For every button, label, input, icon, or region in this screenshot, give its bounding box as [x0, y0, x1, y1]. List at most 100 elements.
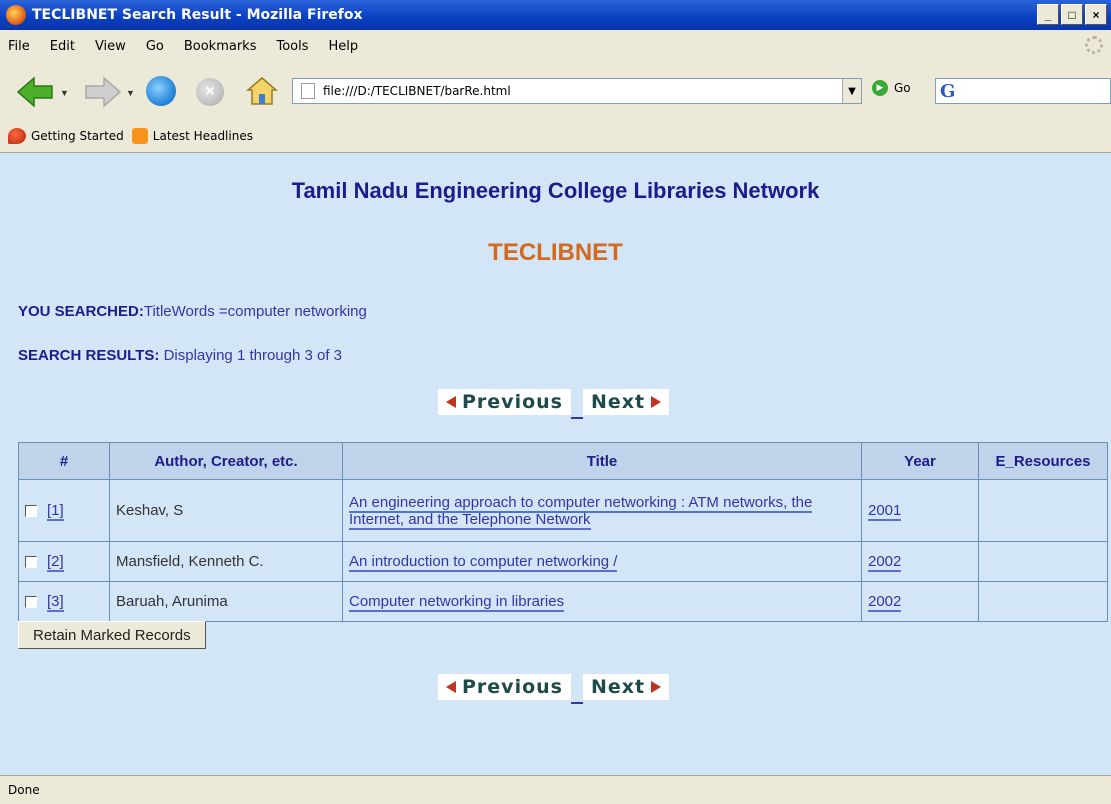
next-label: Next — [590, 391, 646, 413]
search-input[interactable]: G — [935, 78, 1111, 104]
pager-bottom: Previous Next — [438, 674, 670, 704]
author-cell: Mansfield, Kenneth C. — [109, 541, 343, 582]
minimize-button[interactable]: _ — [1037, 4, 1059, 25]
searched-value: TitleWords =computer networking — [143, 303, 367, 320]
year-link[interactable]: 2001 — [868, 502, 902, 521]
results-label: SEARCH RESULTS: — [18, 347, 160, 364]
menu-edit[interactable]: Edit — [40, 39, 85, 54]
go-icon: ▶ — [872, 80, 888, 96]
close-button[interactable]: × — [1085, 4, 1107, 25]
next-button[interactable]: Next — [582, 389, 670, 415]
pager-top: Previous Next — [438, 389, 670, 419]
table-row: [1] Keshav, S An engineering approach to… — [18, 479, 1108, 542]
year-cell: 2002 — [861, 581, 979, 622]
next-arrow-icon — [651, 681, 662, 693]
row-number-cell: [2] — [18, 541, 110, 582]
header-eresources: E_Resources — [978, 442, 1108, 480]
title-cell: An engineering approach to computer netw… — [342, 479, 862, 542]
back-arrow-icon[interactable] — [16, 76, 56, 108]
record-link[interactable]: [1] — [47, 502, 64, 521]
searched-label: YOU SEARCHED: — [18, 303, 144, 320]
title-link[interactable]: An engineering approach to computer netw… — [349, 493, 813, 530]
address-bar[interactable]: file:///D:/TECLIBNET/barRe.html ▼ — [292, 78, 862, 104]
eresources-cell — [978, 479, 1108, 542]
author-cell: Baruah, Arunima — [109, 581, 343, 622]
forward-arrow-icon[interactable] — [82, 76, 122, 108]
previous-button[interactable]: Previous — [438, 389, 571, 415]
row-number-cell: [1] — [18, 479, 110, 542]
previous-arrow-icon — [446, 681, 456, 693]
bookmark-latest-headlines[interactable]: Latest Headlines — [131, 128, 253, 144]
next-label: Next — [590, 676, 646, 698]
table-row: [3] Baruah, Arunima Computer networking … — [18, 581, 1108, 622]
menu-help[interactable]: Help — [319, 39, 369, 54]
go-label: Go — [894, 81, 911, 95]
menu-bookmarks[interactable]: Bookmarks — [174, 39, 267, 54]
go-button[interactable]: ▶ Go — [872, 80, 911, 96]
address-url[interactable]: file:///D:/TECLIBNET/barRe.html — [323, 84, 511, 98]
stop-icon[interactable]: × — [196, 78, 224, 106]
menu-tools[interactable]: Tools — [266, 39, 318, 54]
throbber-icon — [1085, 36, 1103, 54]
bookmarks-toolbar: Getting Started Latest Headlines — [0, 120, 1111, 153]
eresources-cell — [978, 541, 1108, 582]
window-title: TECLIBNET Search Result - Mozilla Firefo… — [32, 7, 363, 23]
maximize-button[interactable]: □ — [1061, 4, 1083, 25]
previous-button[interactable]: Previous — [438, 674, 571, 700]
menu-go[interactable]: Go — [136, 39, 174, 54]
title-cell: Computer networking in libraries — [342, 581, 862, 622]
results-table: # Author, Creator, etc. Title Year E_Res… — [18, 442, 1108, 622]
mark-checkbox[interactable] — [25, 596, 37, 609]
year-link[interactable]: 2002 — [868, 553, 902, 572]
address-dropdown-icon[interactable]: ▼ — [842, 79, 861, 103]
menu-view[interactable]: View — [85, 39, 136, 54]
retain-marked-records-button[interactable]: Retain Marked Records — [18, 621, 206, 649]
previous-label: Previous — [462, 676, 563, 698]
previous-arrow-icon — [446, 396, 456, 408]
firefox-logo-icon — [6, 5, 26, 25]
year-cell: 2001 — [861, 479, 979, 542]
header-author: Author, Creator, etc. — [109, 442, 343, 480]
back-dropdown-icon[interactable]: ▼ — [60, 88, 69, 98]
header-number: # — [18, 442, 110, 480]
pager-separator — [570, 417, 583, 419]
window-controls: _ □ × — [1037, 4, 1107, 25]
record-link[interactable]: [3] — [47, 593, 64, 612]
title-cell: An introduction to computer networking / — [342, 541, 862, 582]
year-link[interactable]: 2002 — [868, 593, 902, 612]
bookmark-label: Getting Started — [31, 129, 124, 143]
page-icon — [301, 83, 315, 99]
title-link[interactable]: Computer networking in libraries — [349, 593, 565, 612]
previous-label: Previous — [462, 391, 563, 413]
title-link[interactable]: An introduction to computer networking / — [349, 553, 618, 572]
author-cell: Keshav, S — [109, 479, 343, 542]
google-icon[interactable]: G — [940, 81, 955, 102]
home-icon[interactable] — [246, 76, 278, 106]
eresources-cell — [978, 581, 1108, 622]
mark-checkbox[interactable] — [25, 556, 37, 569]
table-row: [2] Mansfield, Kenneth C. An introductio… — [18, 541, 1108, 582]
bookmark-getting-started[interactable]: Getting Started — [8, 128, 124, 144]
forward-dropdown-icon[interactable]: ▼ — [126, 88, 135, 98]
navigation-toolbar: ▼ ▼ × file:///D:/TECLIBNET/barRe.html ▼ … — [0, 62, 1111, 121]
header-title: Title — [342, 442, 862, 480]
year-cell: 2002 — [861, 541, 979, 582]
pager-separator — [570, 702, 583, 704]
bookmark-icon — [8, 128, 26, 144]
window-title-bar: TECLIBNET Search Result - Mozilla Firefo… — [0, 0, 1111, 30]
menu-file[interactable]: File — [0, 39, 40, 54]
row-number-cell: [3] — [18, 581, 110, 622]
table-header-row: # Author, Creator, etc. Title Year E_Res… — [18, 442, 1108, 480]
record-link[interactable]: [2] — [47, 553, 64, 572]
next-button[interactable]: Next — [582, 674, 670, 700]
search-query-line: YOU SEARCHED:TitleWords =computer networ… — [18, 303, 367, 320]
mark-checkbox[interactable] — [25, 505, 37, 518]
next-arrow-icon — [651, 396, 662, 408]
page-subtitle: TECLIBNET — [488, 239, 623, 266]
status-bar: Done — [0, 775, 1111, 804]
page-title: Tamil Nadu Engineering College Libraries… — [291, 178, 820, 203]
bookmark-label: Latest Headlines — [152, 129, 253, 143]
reload-icon[interactable] — [146, 76, 176, 106]
search-results-line: SEARCH RESULTS: Displaying 1 through 3 o… — [18, 347, 342, 364]
status-text: Done — [8, 783, 40, 797]
